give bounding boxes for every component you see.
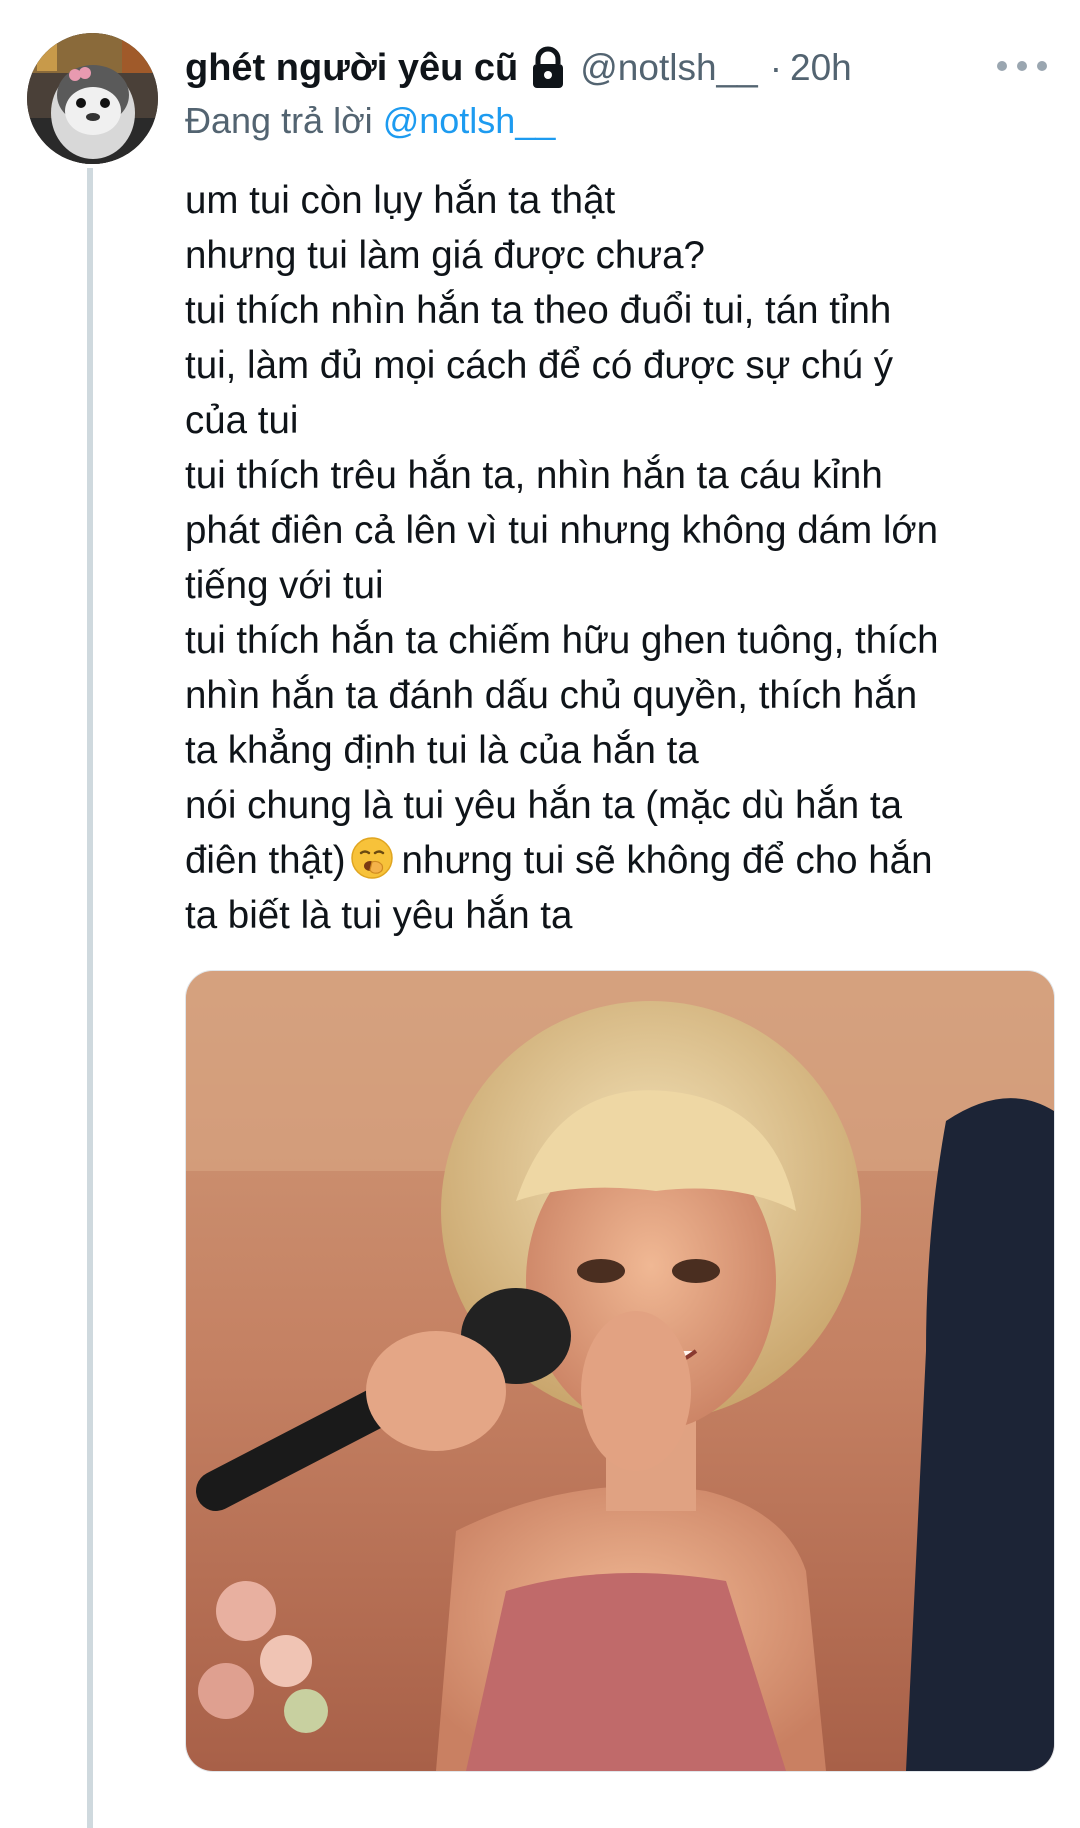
separator-dot: · xyxy=(769,47,783,88)
tweet-text-line: nói chung là tui yêu hắn ta (mặc dù hắn … xyxy=(185,784,903,827)
tweet-text-line: um tui còn lụy hắn ta thật xyxy=(185,179,616,222)
reply-context: Đang trả lời @notlsh__ xyxy=(185,100,555,142)
tweet-text: um tui còn lụy hắn ta thật nhưng tui làm… xyxy=(185,173,1055,943)
tweet-text-line: ta khẳng định tui là của hắn ta xyxy=(185,729,699,772)
reply-handle-link[interactable]: @notlsh__ xyxy=(383,100,556,141)
tweet-header: ghét người yêu cũ @notlsh__ · 20h xyxy=(185,40,852,96)
tweet-text-line: tui, làm đủ mọi cách để có được sự chú ý xyxy=(185,344,894,387)
penguin-plush-avatar-icon xyxy=(27,33,158,164)
tweet-text-line: tui thích trêu hắn ta, nhìn hắn ta cáu k… xyxy=(185,454,883,497)
timestamp[interactable]: 20h xyxy=(790,47,852,89)
tweet-text-line: nhìn hắn ta đánh dấu chủ quyền, thích hắ… xyxy=(185,674,918,717)
tweet-text-line: nhưng tui làm giá được chưa? xyxy=(185,234,705,277)
photo-woman-with-microphone xyxy=(186,971,1054,1771)
tweet-text-line: tui thích nhìn hắn ta theo đuổi tui, tán… xyxy=(185,289,892,332)
tweet-text-line: tui thích hắn ta chiếm hữu ghen tuông, t… xyxy=(185,619,939,662)
user-handle[interactable]: @notlsh__ xyxy=(580,47,757,89)
tweet-text-line: tiếng với tui xyxy=(185,564,384,607)
tweet-text-line: của tui xyxy=(185,399,299,442)
tweet-text-line-with-emoji: điên thật) nhưng tui sẽ không để cho hắn xyxy=(185,833,1055,888)
thread-line xyxy=(87,168,93,1828)
tweet-media-photo[interactable] xyxy=(185,970,1055,1772)
more-dots-icon[interactable] xyxy=(994,56,1050,76)
tweet-text-line: phát điên cả lên vì tui nhưng không dám … xyxy=(185,509,939,552)
display-name[interactable]: ghét người yêu cũ xyxy=(185,47,518,90)
lock-icon xyxy=(528,46,568,90)
yawning-face-emoji-icon xyxy=(350,836,394,880)
avatar[interactable] xyxy=(27,33,158,164)
tweet-text-segment: nhưng tui sẽ không để cho hắn xyxy=(401,839,933,882)
reply-prefix: Đang trả lời xyxy=(185,100,373,141)
tweet-text-segment: điên thật) xyxy=(185,839,346,882)
tweet-text-line: ta biết là tui yêu hắn ta xyxy=(185,894,573,937)
